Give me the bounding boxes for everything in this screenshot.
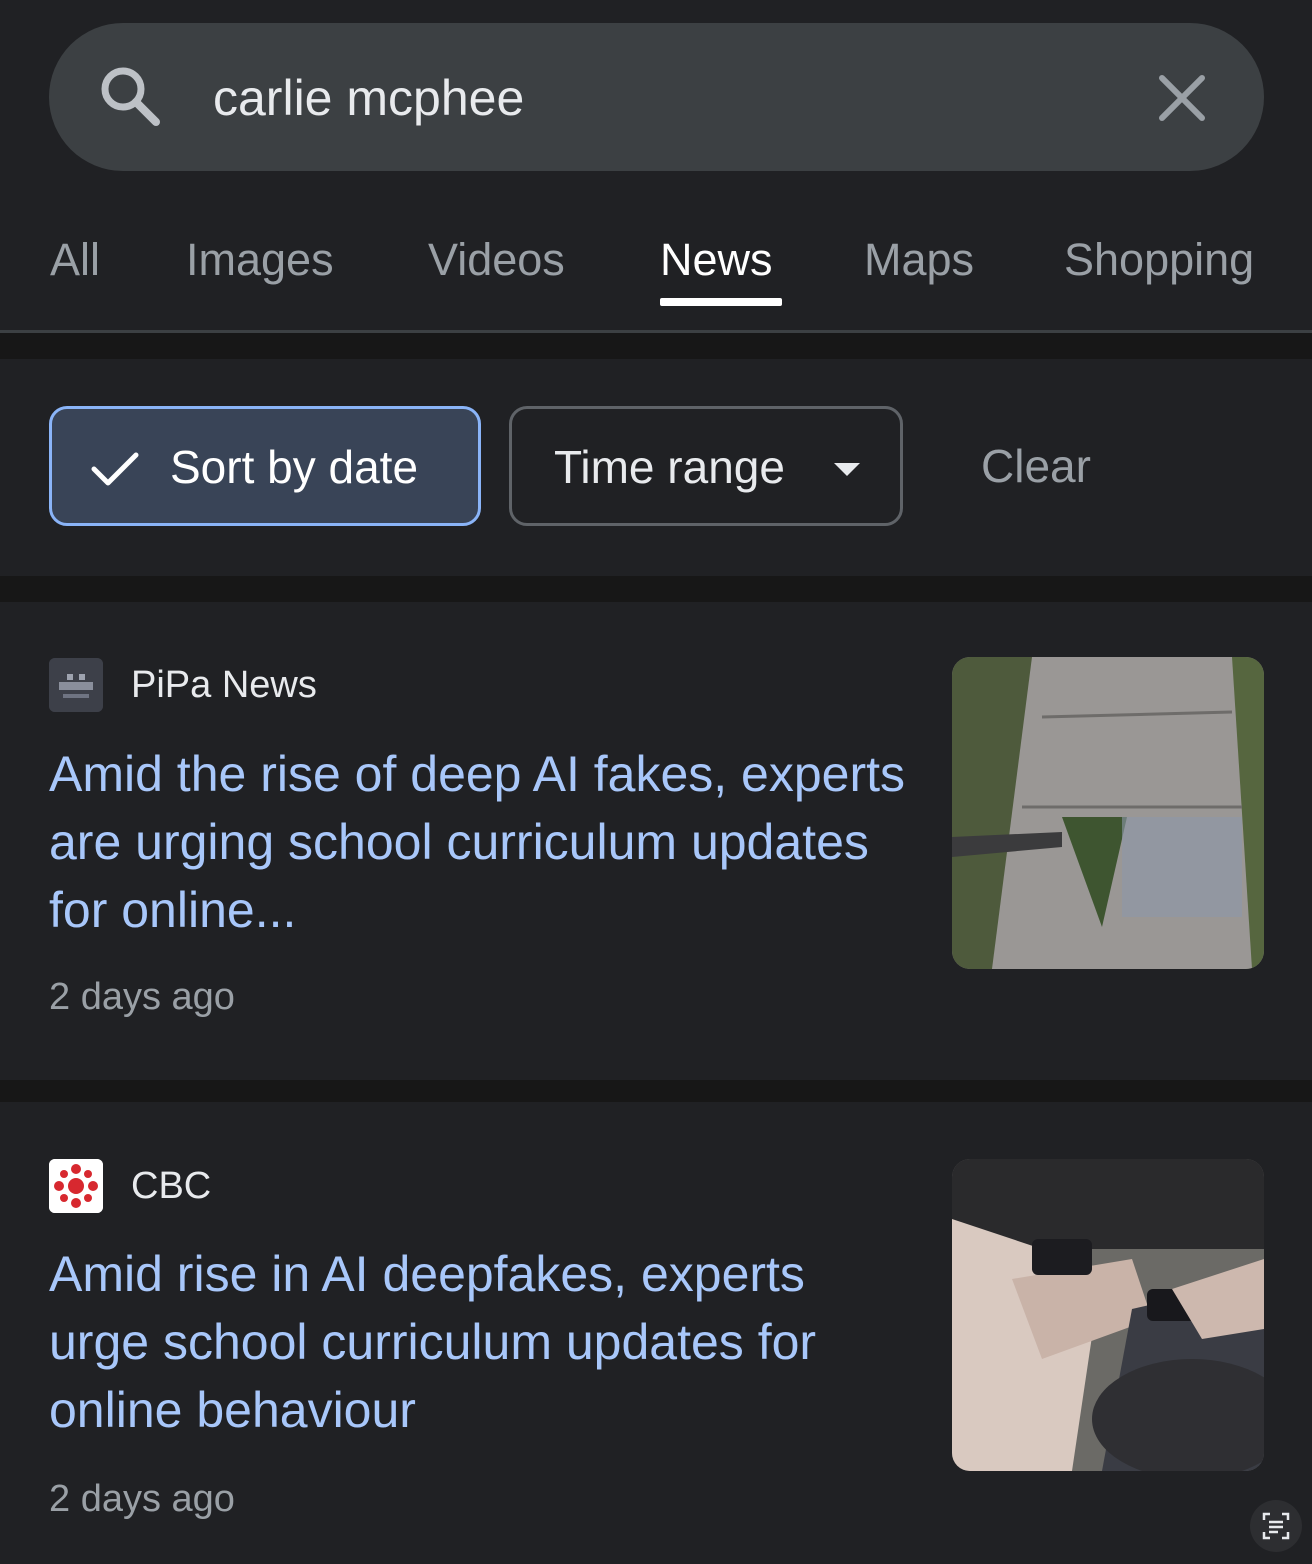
tab-videos[interactable]: Videos: [428, 230, 565, 290]
tab-shopping[interactable]: Shopping: [1064, 230, 1254, 290]
sort-by-date-chip[interactable]: Sort by date: [49, 406, 481, 526]
active-tab-indicator: [660, 298, 782, 306]
check-icon: [91, 452, 139, 486]
tab-maps[interactable]: Maps: [864, 230, 974, 290]
divider: [0, 1080, 1312, 1102]
headline-link[interactable]: Amid the rise of deep AI fakes, experts …: [49, 740, 909, 944]
clear-filters-button[interactable]: Clear: [981, 436, 1091, 496]
news-result-card: PiPa News Amid the rise of deep AI fakes…: [0, 602, 1312, 1080]
search-icon: [101, 67, 160, 126]
divider: [0, 333, 1312, 359]
result-thumbnail[interactable]: [952, 1159, 1264, 1471]
lens-scan-button[interactable]: [1250, 1500, 1302, 1552]
time-range-dropdown[interactable]: Time range: [509, 406, 903, 526]
source-name: PiPa News: [131, 664, 317, 706]
pipa-news-favicon: [49, 658, 103, 712]
tab-all[interactable]: All: [50, 230, 100, 290]
search-tabs: All Images Videos News Maps Shopping: [0, 200, 1312, 330]
scan-text-icon: [1262, 1512, 1290, 1540]
headline-link[interactable]: Amid rise in AI deepfakes, experts urge …: [49, 1240, 909, 1444]
news-result-card: CBC Amid rise in AI deepfakes, experts u…: [0, 1102, 1312, 1564]
caret-down-icon: [834, 463, 860, 476]
timestamp: 2 days ago: [49, 976, 235, 1018]
tab-images[interactable]: Images: [186, 230, 334, 290]
divider: [0, 576, 1312, 602]
search-input[interactable]: carlie mcphee: [213, 68, 524, 128]
source-name: CBC: [131, 1165, 212, 1207]
tab-news[interactable]: News: [660, 230, 773, 290]
search-results-page: carlie mcphee All Images Videos News Map…: [0, 0, 1312, 1564]
close-icon[interactable]: [1152, 68, 1212, 128]
cbc-favicon: [49, 1159, 103, 1213]
time-range-label: Time range: [554, 441, 785, 493]
sort-by-date-label: Sort by date: [170, 441, 419, 493]
result-thumbnail[interactable]: [952, 657, 1264, 969]
timestamp: 2 days ago: [49, 1478, 235, 1520]
